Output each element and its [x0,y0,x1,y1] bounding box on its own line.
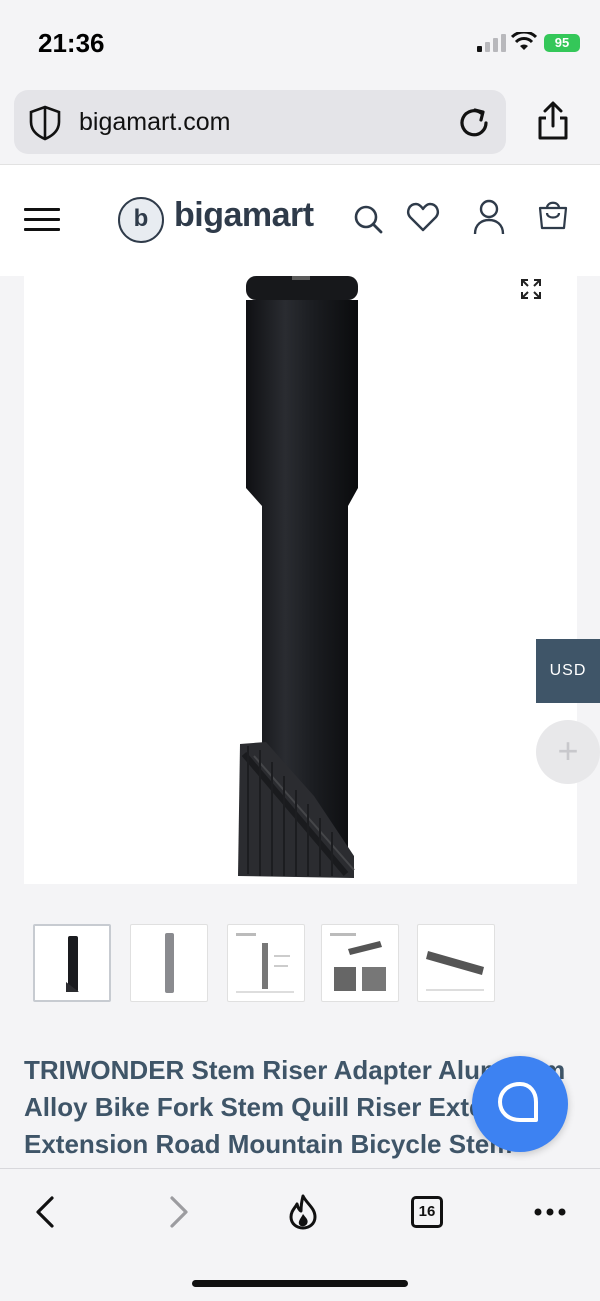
shield-icon[interactable] [28,105,62,141]
thumbnail-3[interactable] [227,924,305,1002]
thumbnail-image [165,933,174,993]
page: { "status_bar": { "time": "21:36", "batt… [0,0,600,1301]
wifi-icon [511,32,537,50]
logo-glyph: b [133,205,149,232]
forward-icon[interactable] [160,1194,196,1230]
thumbnail-image [426,951,484,991]
flame-icon[interactable] [285,1194,321,1230]
chat-icon [498,1082,538,1122]
plus-icon[interactable]: + [536,720,600,784]
more-icon[interactable] [532,1194,568,1230]
heart-icon[interactable] [406,198,440,238]
currency-button[interactable]: USD [536,639,600,703]
thumbnail-5[interactable] [417,924,495,1002]
thumbnail-2[interactable] [130,924,208,1002]
tabs-icon[interactable]: 16 [411,1196,443,1228]
signal-icon [477,34,506,52]
logo-text[interactable]: bigamart [174,196,314,235]
battery-indicator: 95 [544,34,580,52]
thumbnail-image [330,933,386,991]
back-icon[interactable] [28,1194,64,1230]
cart-icon[interactable] [536,198,570,238]
chat-button[interactable] [472,1056,568,1152]
search-icon[interactable] [352,198,386,238]
menu-icon[interactable] [24,208,60,232]
status-time: 21:36 [38,28,105,58]
thumbnail-image [236,933,294,993]
stem-riser-image [238,276,358,878]
product-main-image[interactable] [24,276,577,884]
share-icon[interactable] [534,100,572,142]
url-text[interactable]: bigamart.com [79,108,230,137]
thumbnail-4[interactable] [321,924,399,1002]
thumbnail-1[interactable] [33,924,111,1002]
user-icon[interactable] [472,198,506,238]
reload-icon[interactable] [455,104,493,142]
fullscreen-icon[interactable] [520,278,542,300]
home-indicator [192,1280,408,1287]
thumbnail-image [66,936,79,992]
status-bar: 21:36 95 [0,0,600,80]
logo-icon[interactable]: b [118,197,164,243]
